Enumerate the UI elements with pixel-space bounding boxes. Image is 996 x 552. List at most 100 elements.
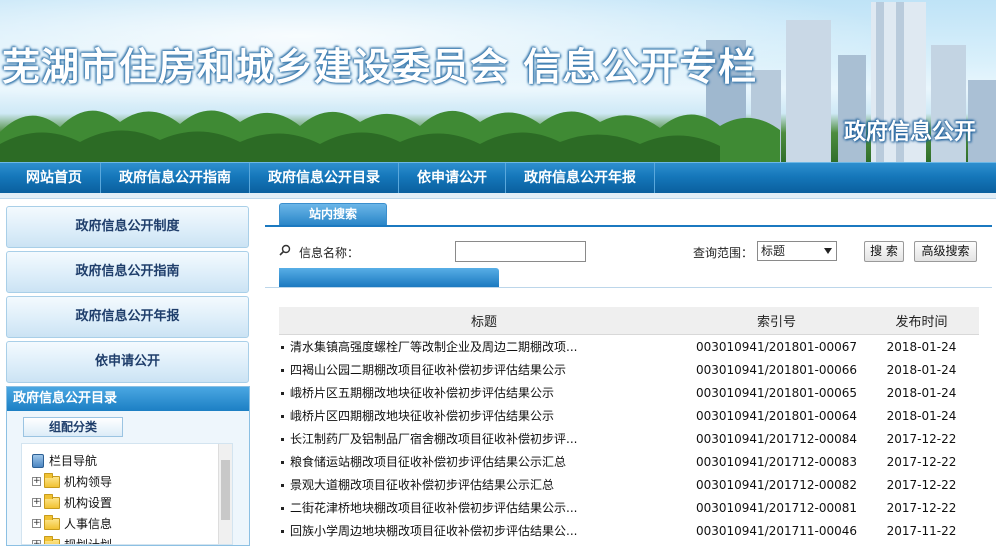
expand-icon[interactable]: + — [32, 519, 41, 528]
row-date: 2018-01-24 — [886, 408, 957, 423]
catalog-tree: 栏目导航 + 机构领导 + 机构设置 + 人事信息 + 规划计划 — [21, 443, 233, 545]
row-title-link[interactable]: 景观大道棚改项目征收补偿初步评估结果公示汇总 — [290, 478, 554, 492]
tree-root[interactable]: 栏目导航 — [32, 450, 228, 471]
sidebar-button-system[interactable]: 政府信息公开制度 — [6, 206, 249, 248]
search-form: 信息名称： 查询范围： 标题 搜 索 高级搜索 — [265, 227, 992, 267]
row-date: 2017-12-22 — [886, 500, 957, 515]
sidebar-button-apply[interactable]: 依申请公开 — [6, 341, 249, 383]
folder-icon — [44, 535, 60, 544]
table-body: 清水集镇高强度螺栓厂等改制企业及周边二期棚改项... 003010941/2018… — [279, 335, 979, 542]
tree-item-label: 机构领导 — [64, 475, 113, 489]
row-index: 003010941/201712-00084 — [695, 431, 858, 446]
row-date: 2017-12-22 — [886, 431, 957, 446]
tree-item-label: 机构设置 — [64, 496, 113, 510]
tree-item-leadership[interactable]: + 机构领导 — [32, 471, 228, 492]
table-row: 清水集镇高强度螺栓厂等改制企业及周边二期棚改项... 003010941/2018… — [279, 335, 979, 358]
row-index: 003010941/201712-00083 — [695, 454, 858, 469]
tab-site-search[interactable]: 站内搜索 — [279, 203, 387, 225]
table-row: 回族小学周边地块棚改项目征收补偿初步评估结果公... 003010941/2017… — [279, 519, 979, 542]
row-date: 2018-01-24 — [886, 339, 957, 354]
dropdown-arrow-icon — [824, 248, 832, 254]
row-title-cell: 粮食储运站棚改项目征收补偿初步评估结果公示汇总 — [279, 453, 689, 470]
bullet-icon — [281, 369, 284, 372]
catalog-body: 组配分类 栏目导航 + 机构领导 + 机构设置 + 人事信息 + 规划计划 — [7, 411, 249, 545]
tree-item-label: 人事信息 — [64, 517, 113, 531]
scrollbar-thumb[interactable] — [221, 460, 230, 520]
table-row: 长江制药厂及铝制品厂宿舍棚改项目征收补偿初步评... 003010941/2017… — [279, 427, 979, 450]
bullet-icon — [281, 346, 284, 349]
name-label: 信息名称： — [299, 246, 360, 260]
nav-divider — [0, 193, 996, 199]
tree-item-label: 规划计划 — [64, 538, 113, 545]
nav-item-guide[interactable]: 政府信息公开指南 — [101, 163, 250, 194]
magnifier-icon — [279, 244, 291, 256]
table-row: 峨桥片区四期棚改地块征收补偿初步评估结果公示 003010941/201801-0… — [279, 404, 979, 427]
row-title-cell: 长江制药厂及铝制品厂宿舍棚改项目征收补偿初步评... — [279, 430, 689, 447]
nav-item-home[interactable]: 网站首页 — [0, 163, 101, 194]
nav-item-catalog[interactable]: 政府信息公开目录 — [250, 163, 399, 194]
row-title-link[interactable]: 四褐山公园二期棚改项目征收补偿初步评估结果公示 — [290, 363, 566, 377]
sidebar-button-annual-report[interactable]: 政府信息公开年报 — [6, 296, 249, 338]
folder-icon — [44, 514, 60, 530]
bullet-icon — [281, 484, 284, 487]
main-nav: 网站首页 政府信息公开指南 政府信息公开目录 依申请公开 政府信息公开年报 — [0, 162, 996, 194]
row-index: 003010941/201711-00046 — [695, 523, 858, 538]
site-title: 芜湖市住房和城乡建设委员会 信息公开专栏 — [2, 45, 758, 89]
table-row: 四褐山公园二期棚改项目征收补偿初步评估结果公示 003010941/201801-… — [279, 358, 979, 381]
expand-icon[interactable]: + — [32, 498, 41, 507]
row-date: 2017-12-22 — [886, 477, 957, 492]
tree-root-label: 栏目导航 — [49, 454, 98, 468]
row-title-cell: 二街花津桥地块棚改项目征收补偿初步评估结果公示... — [279, 499, 689, 516]
tree-item-organization[interactable]: + 机构设置 — [32, 492, 228, 513]
row-date: 2017-12-22 — [886, 454, 957, 469]
scope-selected-value: 标题 — [761, 244, 786, 258]
search-tabbar: 站内搜索 — [265, 202, 992, 227]
site-banner: 芜湖市住房和城乡建设委员会 信息公开专栏 政府信息公开 — [0, 0, 996, 162]
row-title-cell: 景观大道棚改项目征收补偿初步评估结果公示汇总 — [279, 476, 689, 493]
row-index: 003010941/201801-00066 — [695, 362, 858, 377]
expand-icon[interactable]: + — [32, 540, 41, 544]
bullet-icon — [281, 461, 284, 464]
row-title-link[interactable]: 峨桥片区五期棚改地块征收补偿初步评估结果公示 — [290, 386, 554, 400]
row-title-cell: 峨桥片区五期棚改地块征收补偿初步评估结果公示 — [279, 384, 689, 401]
catalog-panel: 政府信息公开目录 组配分类 栏目导航 + 机构领导 + 机构设置 + 人事信息 … — [6, 386, 250, 546]
scope-select[interactable]: 标题 — [757, 241, 837, 261]
row-index: 003010941/201712-00082 — [695, 477, 858, 492]
computer-icon — [32, 453, 44, 468]
tree-item-planning[interactable]: + 规划计划 — [32, 534, 228, 545]
row-title-cell: 峨桥片区四期棚改地块征收补偿初步评估结果公示 — [279, 407, 689, 424]
row-title-link[interactable]: 粮食储运站棚改项目征收补偿初步评估结果公示汇总 — [290, 455, 566, 469]
table-row: 峨桥片区五期棚改地块征收补偿初步评估结果公示 003010941/201801-0… — [279, 381, 979, 404]
row-title-cell: 四褐山公园二期棚改项目征收补偿初步评估结果公示 — [279, 361, 689, 378]
row-title-link[interactable]: 峨桥片区四期棚改地块征收补偿初步评估结果公示 — [290, 409, 554, 423]
list-tab — [279, 268, 499, 287]
search-button[interactable]: 搜 索 — [864, 241, 904, 262]
header-title: 标题 — [470, 315, 497, 330]
bullet-icon — [281, 530, 284, 533]
row-index: 003010941/201801-00065 — [695, 385, 858, 400]
tree-item-personnel[interactable]: + 人事信息 — [32, 513, 228, 534]
row-date: 2018-01-24 — [886, 362, 957, 377]
expand-icon[interactable]: + — [32, 477, 41, 486]
header-index: 索引号 — [756, 315, 796, 330]
table-row: 二街花津桥地块棚改项目征收补偿初步评估结果公示... 003010941/2017… — [279, 496, 979, 519]
tree-scrollbar[interactable] — [218, 444, 232, 544]
advanced-search-button[interactable]: 高级搜索 — [914, 241, 977, 262]
row-title-link[interactable]: 清水集镇高强度螺栓厂等改制企业及周边二期棚改项... — [290, 340, 577, 354]
sidebar-button-guide[interactable]: 政府信息公开指南 — [6, 251, 249, 293]
row-title-link[interactable]: 二街花津桥地块棚改项目征收补偿初步评估结果公示... — [290, 501, 577, 515]
row-title-link[interactable]: 回族小学周边地块棚改项目征收补偿初步评估结果公... — [290, 524, 577, 538]
table-header: 标题 索引号 发布时间 — [279, 307, 979, 335]
catalog-title: 政府信息公开目录 — [7, 387, 249, 411]
bullet-icon — [281, 438, 284, 441]
nav-item-apply[interactable]: 依申请公开 — [399, 163, 506, 194]
folder-icon — [44, 493, 60, 509]
row-title-link[interactable]: 长江制药厂及铝制品厂宿舍棚改项目征收补偿初步评... — [290, 432, 577, 446]
name-search-input[interactable] — [455, 241, 586, 262]
nav-item-annual-report[interactable]: 政府信息公开年报 — [506, 163, 655, 194]
group-tab[interactable]: 组配分类 — [23, 417, 123, 437]
table-row: 景观大道棚改项目征收补偿初步评估结果公示汇总 003010941/201712-0… — [279, 473, 979, 496]
bullet-icon — [281, 415, 284, 418]
row-index: 003010941/201801-00064 — [695, 408, 858, 423]
row-index: 003010941/201801-00067 — [695, 339, 858, 354]
